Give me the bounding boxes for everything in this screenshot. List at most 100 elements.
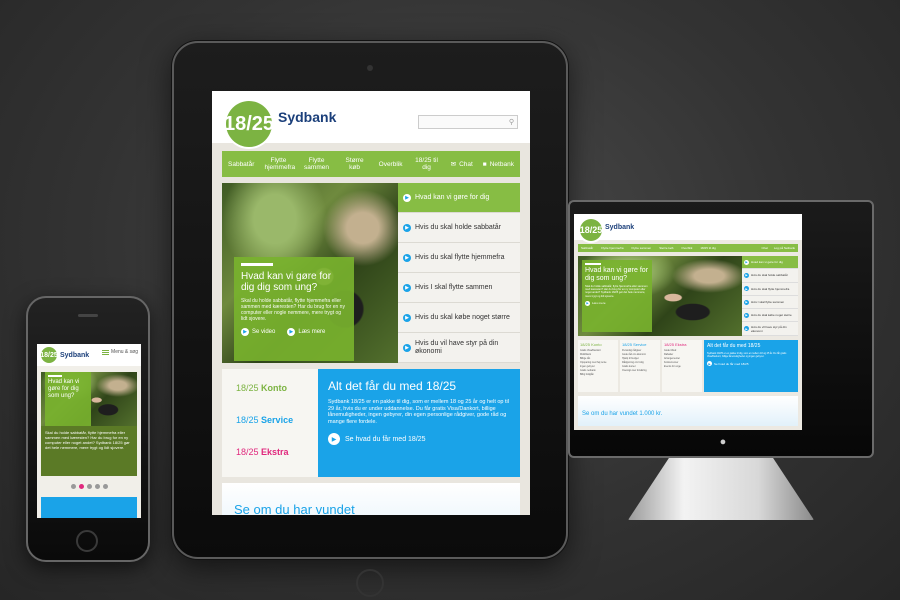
- column-item[interactable]: Billig boliglån: [580, 373, 616, 377]
- nav-item[interactable]: Flytte hjemmefra: [601, 246, 623, 250]
- column-item[interactable]: Events for unge: [664, 365, 700, 369]
- netbank-link[interactable]: ■ Netbank: [483, 161, 514, 168]
- column-head[interactable]: 18/25 Service: [622, 342, 658, 347]
- arrow-right-icon: ▶: [744, 312, 749, 318]
- desktop-win-banner[interactable]: Se om du har vundet 1.000 kr.: [578, 396, 798, 426]
- tablet-home-button[interactable]: [356, 569, 384, 597]
- category-ekstra[interactable]: 18/25 Ekstra: [236, 447, 318, 457]
- logo-1825[interactable]: 18/25: [224, 101, 274, 147]
- list-item-label: Hvis du vil have styr på din økonomi: [415, 339, 499, 355]
- arrow-right-icon: ▶: [403, 283, 411, 292]
- column-head[interactable]: 18/25 Konto: [580, 342, 616, 347]
- logo-1825[interactable]: 18/25: [40, 347, 58, 363]
- hero-body: Skal du holde sabbatår, flytte hjemmefra…: [241, 298, 345, 322]
- apple-logo-icon: ●: [719, 436, 727, 448]
- carousel-dot[interactable]: [70, 484, 76, 489]
- nav-item[interactable]: Flytte hjemmefra: [264, 157, 295, 171]
- arrow-right-icon: ▶: [744, 326, 749, 332]
- list-item[interactable]: ▶ Hvad kan vi gøre for dig: [742, 256, 798, 270]
- tablet-camera: [367, 65, 373, 71]
- category-label: Konto: [261, 383, 288, 393]
- list-item[interactable]: ▶ Hvis du skal købe noget større: [398, 303, 520, 333]
- list-item[interactable]: ▶ Hvis du skal flytte hjemmefra: [742, 283, 798, 296]
- card-bar: [48, 375, 62, 377]
- promo-box: Alt det får du med 18/25 Sydbank 18/25 e…: [318, 369, 520, 477]
- category-service[interactable]: 18/25 Service: [236, 415, 318, 425]
- list-item[interactable]: ▶ Hvis du skal flytte hjemmefra: [398, 243, 520, 273]
- chat-link[interactable]: ✉ Chat: [450, 160, 473, 169]
- list-item[interactable]: ▶ Hvis du skal holde sabbatår: [742, 269, 798, 283]
- list-item[interactable]: ▶ Hvis du skal holde sabbatår: [398, 213, 520, 243]
- promo-cta[interactable]: ▶ Se hvad du får med 18/25: [328, 433, 510, 445]
- arrow-right-icon: ▶: [287, 328, 296, 336]
- promo-cta-label: Se hvad du får med 18/25: [714, 361, 749, 366]
- logo-1825[interactable]: 18/25: [580, 219, 602, 241]
- carousel-dot[interactable]: [102, 484, 108, 489]
- more-button[interactable]: ▶ Læs mere: [585, 300, 649, 306]
- tablet-hero: Hvad kan vi gøre for dig dig som ung? Sk…: [222, 183, 520, 363]
- list-item[interactable]: ▶ Hvis du vil have styr på din økonomi: [742, 322, 798, 336]
- search-input[interactable]: ⚲: [418, 115, 518, 129]
- video-button[interactable]: ▶ Se video: [241, 328, 275, 336]
- arrow-right-icon: ▶: [328, 433, 340, 445]
- desktop-promo: 18/25 Konto Gratis Visa/Dankort Mobilban…: [578, 340, 798, 392]
- column-item[interactable]: Oversigt over forsikring: [622, 369, 658, 373]
- phone-header: 18/25 Sydbank Menu & søg: [37, 344, 141, 366]
- list-item-label: Hvis du skal flytte hjemmefra: [751, 286, 790, 291]
- phone-home-button[interactable]: [76, 530, 98, 552]
- list-item[interactable]: ▶ Hvis du skal købe noget større: [742, 309, 798, 323]
- chat-link[interactable]: Chat: [761, 246, 767, 250]
- chat-icon: ✉: [450, 161, 457, 168]
- brand-name[interactable]: Sydbank: [60, 352, 89, 359]
- carousel-dot[interactable]: [94, 484, 100, 489]
- brand-name[interactable]: Sydbank: [278, 109, 336, 125]
- nav-item[interactable]: Sabbatår: [581, 246, 593, 250]
- list-item-label: Hvis du skal købe noget større: [751, 313, 792, 318]
- column-head[interactable]: 18/25 Ekstra: [664, 342, 700, 347]
- menu-button[interactable]: Menu & søg: [102, 349, 138, 355]
- hero-list: ▶ Hvad kan vi gøre for dig ▶ Hvis du skal …: [742, 256, 798, 336]
- phone-promo[interactable]: [41, 497, 137, 518]
- lock-icon: ■: [482, 160, 487, 168]
- more-label: Læs mere: [592, 301, 606, 306]
- nav-item[interactable]: 18/25 til dig: [413, 157, 441, 171]
- arrow-right-icon: ▶: [744, 272, 749, 278]
- column-ekstra: 18/25 Ekstra Gode tilbud Rabatter Arrang…: [662, 340, 702, 392]
- tablet-header: 18/25 Sydbank ⚲: [212, 91, 530, 147]
- search-icon[interactable]: ⚲: [509, 118, 514, 126]
- nav-item[interactable]: Sabbatår: [228, 161, 254, 168]
- hamburger-icon: [102, 349, 110, 355]
- nav-item[interactable]: Større køb: [341, 157, 369, 171]
- category-konto[interactable]: 18/25 Konto: [236, 383, 318, 393]
- more-button[interactable]: ▶ Læs mere: [287, 328, 325, 336]
- column-konto: 18/25 Konto Gratis Visa/Dankort Mobilban…: [578, 340, 618, 392]
- brand-name[interactable]: Sydbank: [605, 224, 634, 231]
- list-item[interactable]: ▶ Hvis I skal flytte sammen: [398, 273, 520, 303]
- column-service: 18/25 Service Personlig rådgiver Gode rå…: [620, 340, 660, 392]
- nav-item[interactable]: Flytte sammen: [303, 157, 331, 171]
- nav-item[interactable]: Overblik: [681, 246, 692, 250]
- carousel-dot[interactable]: [78, 484, 84, 489]
- list-item[interactable]: ▶ Hvad kan vi gøre for dig: [398, 183, 520, 213]
- arrow-right-icon: ▶: [403, 343, 411, 352]
- list-item[interactable]: ▶ Hvis du vil have styr på din økonomi: [398, 333, 520, 363]
- tablet-win-banner[interactable]: Se om du har vundet: [222, 483, 520, 515]
- desktop-frame: 18/25 Sydbank Sabbatår Flytte hjemmefra …: [568, 200, 874, 458]
- hero-card: Hvad kan vi gøre for dig dig som ung? Sk…: [234, 257, 354, 361]
- nav-item[interactable]: Overblik: [379, 161, 403, 168]
- more-label: Læs mere: [298, 329, 326, 335]
- list-item[interactable]: ▶ Hvis I skal flytte sammen: [742, 296, 798, 310]
- nav-item[interactable]: Flytte sammen: [632, 246, 652, 250]
- netbank-label: Netbank: [489, 160, 514, 168]
- card-bar: [585, 263, 601, 265]
- nav-item[interactable]: 18/25 til dig: [700, 246, 715, 250]
- promo-cta[interactable]: ▶ Se hvad du får med 18/25: [707, 361, 795, 366]
- nav-item[interactable]: Større køb: [659, 246, 673, 250]
- phone-hero: Hvad kan vi gøre for dig som ung?: [41, 372, 137, 426]
- desktop-device: 18/25 Sydbank Sabbatår Flytte hjemmefra …: [568, 200, 874, 520]
- hero-title: Hvad kan vi gøre for dig dig som ung?: [241, 271, 332, 293]
- arrow-right-icon: ▶: [403, 223, 411, 232]
- carousel-dot[interactable]: [86, 484, 92, 489]
- netbank-link[interactable]: Log på Netbank: [774, 246, 795, 250]
- hero-card: Hvad kan vi gøre for dig som ung? Skal d…: [582, 260, 652, 332]
